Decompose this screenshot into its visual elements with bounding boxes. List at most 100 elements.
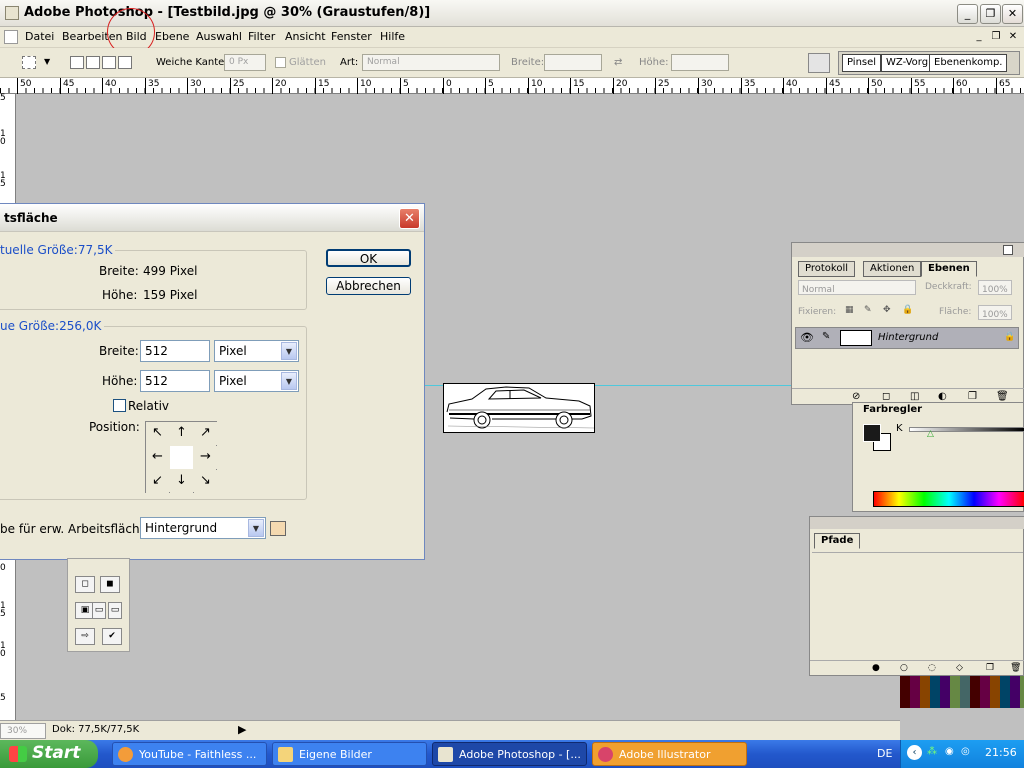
anchor-bottom-right-icon[interactable]: ↘ bbox=[194, 470, 217, 493]
style-select[interactable]: Normal bbox=[362, 54, 500, 71]
chevron-down-icon[interactable]: ▼ bbox=[281, 372, 297, 390]
foreground-color-swatch[interactable] bbox=[863, 424, 881, 442]
marquee-tool-icon[interactable] bbox=[22, 56, 36, 69]
new-layer-icon[interactable]: ❐ bbox=[968, 391, 977, 402]
chevron-down-icon[interactable]: ▼ bbox=[248, 519, 264, 537]
layer-row[interactable]: 👁 ✎ Hintergrund 🔒 bbox=[795, 327, 1019, 349]
anchor-right-icon[interactable]: → bbox=[194, 446, 217, 469]
ok-button[interactable]: OK bbox=[326, 249, 411, 267]
horizontal-ruler[interactable]: 50 45 40 35 30 25 20 15 10 5 0 5 10 15 20 25 30 35 40 45 50 5… bbox=[0, 78, 1024, 94]
slider-thumb-icon[interactable]: △ bbox=[927, 429, 934, 439]
palette-tab-wz-vorg[interactable]: WZ-Vorg bbox=[881, 54, 934, 72]
link-layers-icon[interactable]: ⊘ bbox=[852, 391, 860, 402]
dialog-title-bar[interactable]: tsfläche ✕ bbox=[0, 204, 424, 232]
menu-datei[interactable]: Datei bbox=[25, 30, 54, 43]
new-path-icon[interactable]: ❐ bbox=[986, 663, 994, 673]
quickmask-mode-icon[interactable]: ◼ bbox=[100, 576, 120, 593]
close-button[interactable]: ✕ bbox=[1002, 4, 1023, 24]
width-input[interactable]: 512 bbox=[140, 340, 210, 362]
edit-in-imageready-icon[interactable]: ✔ bbox=[102, 628, 122, 645]
minimize-button[interactable]: _ bbox=[957, 4, 978, 24]
sound-icon[interactable]: ◉ bbox=[945, 746, 954, 757]
adjustment-icon[interactable]: ◐ bbox=[938, 391, 947, 402]
task-eigene-bilder[interactable]: Eigene Bilder bbox=[272, 742, 427, 766]
color-spectrum[interactable] bbox=[873, 491, 1024, 507]
menu-filter[interactable]: Filter bbox=[248, 30, 275, 43]
document-icon[interactable] bbox=[4, 30, 18, 44]
doc-minimize-icon[interactable]: _ bbox=[972, 30, 986, 44]
anchor-top-icon[interactable]: ↑ bbox=[170, 422, 193, 445]
swap-icon[interactable]: ⇄ bbox=[614, 57, 622, 68]
swatches-panel[interactable] bbox=[900, 676, 1024, 708]
cancel-button[interactable]: Abbrechen bbox=[326, 277, 411, 295]
maximize-button[interactable]: ❐ bbox=[980, 4, 1001, 24]
screen-mode-full-menu-icon[interactable]: ▭ bbox=[92, 602, 106, 619]
tool-preset-dropdown-icon[interactable]: ▼ bbox=[44, 57, 50, 66]
blend-mode-select[interactable]: Normal bbox=[798, 280, 916, 295]
anchor-top-right-icon[interactable]: ↗ bbox=[194, 422, 217, 445]
tab-ebenen[interactable]: Ebenen bbox=[921, 261, 977, 277]
relative-checkbox[interactable] bbox=[113, 399, 126, 412]
chevron-down-icon[interactable]: ▼ bbox=[281, 342, 297, 360]
nvidia-icon[interactable]: ◎ bbox=[961, 746, 970, 757]
menu-ansicht[interactable]: Ansicht bbox=[285, 30, 326, 43]
extension-color-swatch[interactable] bbox=[270, 521, 286, 536]
dialog-close-button[interactable]: ✕ bbox=[399, 208, 420, 229]
add-selection-icon[interactable] bbox=[86, 56, 100, 69]
imageready-icon[interactable]: ⇨ bbox=[75, 628, 95, 645]
layer-style-icon[interactable]: ◻ bbox=[882, 391, 890, 402]
opacity-input[interactable]: 100% bbox=[978, 280, 1012, 295]
document-canvas[interactable] bbox=[443, 383, 595, 433]
tab-pfade[interactable]: Pfade bbox=[814, 533, 861, 549]
panel-minimize-icon[interactable] bbox=[1003, 245, 1013, 255]
status-menu-arrow-icon[interactable]: ▶ bbox=[238, 723, 246, 736]
menu-ebene[interactable]: Ebene bbox=[155, 30, 189, 43]
menu-hilfe[interactable]: Hilfe bbox=[380, 30, 405, 43]
stroke-path-icon[interactable]: ○ bbox=[900, 663, 908, 673]
palette-tab-ebenenkomp[interactable]: Ebenenkomp. bbox=[929, 54, 1008, 72]
trash-icon[interactable]: 🗑 bbox=[1010, 663, 1021, 673]
doc-close-icon[interactable]: ✕ bbox=[1006, 30, 1020, 44]
fill-path-icon[interactable]: ● bbox=[872, 663, 880, 673]
anchor-bottom-icon[interactable]: ↓ bbox=[170, 470, 193, 493]
anchor-bottom-left-icon[interactable]: ↙ bbox=[146, 470, 169, 493]
tab-protokoll[interactable]: Protokoll bbox=[798, 261, 856, 277]
lock-brush-icon[interactable]: ✎ bbox=[864, 305, 872, 315]
paths-list[interactable] bbox=[812, 552, 1023, 660]
screen-mode-full-icon[interactable]: ▭ bbox=[108, 602, 122, 619]
palette-tab-pinsel[interactable]: Pinsel bbox=[842, 54, 882, 72]
width-unit-select[interactable]: Pixel ▼ bbox=[214, 340, 299, 362]
photoshop-app-icon[interactable] bbox=[5, 6, 19, 20]
antialias-checkbox[interactable] bbox=[275, 57, 286, 68]
fill-input[interactable]: 100% bbox=[978, 305, 1012, 320]
doc-restore-icon[interactable]: ❐ bbox=[989, 30, 1003, 44]
tray-expand-icon[interactable]: ‹ bbox=[907, 745, 922, 760]
height-unit-select[interactable]: Pixel ▼ bbox=[214, 370, 299, 392]
mask-icon[interactable]: ◫ bbox=[910, 391, 919, 402]
language-indicator[interactable]: DE bbox=[877, 747, 892, 760]
lock-all-icon[interactable]: 🔒 bbox=[902, 305, 913, 315]
network-icon[interactable]: ⁂ bbox=[927, 746, 937, 757]
lock-transparency-icon[interactable]: ▦ bbox=[845, 305, 854, 315]
tab-aktionen[interactable]: Aktionen bbox=[863, 261, 922, 277]
width-input[interactable] bbox=[544, 54, 602, 71]
task-youtube[interactable]: YouTube - Faithless ... bbox=[112, 742, 267, 766]
zoom-field[interactable]: 30% bbox=[0, 723, 46, 739]
menu-auswahl[interactable]: Auswahl bbox=[196, 30, 242, 43]
trash-icon[interactable]: 🗑 bbox=[996, 391, 1009, 402]
anchor-top-left-icon[interactable]: ↖ bbox=[146, 422, 169, 445]
anchor-left-icon[interactable]: ← bbox=[146, 446, 169, 469]
selection-to-path-icon[interactable]: ◇ bbox=[956, 663, 963, 673]
task-illustrator[interactable]: Adobe Illustrator bbox=[592, 742, 747, 766]
height-input[interactable] bbox=[671, 54, 729, 71]
lock-move-icon[interactable]: ✥ bbox=[883, 305, 891, 315]
anchor-center[interactable] bbox=[170, 446, 193, 469]
path-to-selection-icon[interactable]: ◌ bbox=[928, 663, 936, 673]
paths-panel-titlebar[interactable] bbox=[810, 517, 1024, 529]
standard-mode-icon[interactable]: ◻ bbox=[75, 576, 95, 593]
feather-input[interactable]: 0 Px bbox=[224, 54, 266, 71]
eye-icon[interactable]: 👁 bbox=[800, 331, 814, 344]
task-photoshop[interactable]: Adobe Photoshop - [... bbox=[432, 742, 587, 766]
file-browser-icon[interactable] bbox=[808, 53, 830, 73]
new-selection-icon[interactable] bbox=[70, 56, 84, 69]
